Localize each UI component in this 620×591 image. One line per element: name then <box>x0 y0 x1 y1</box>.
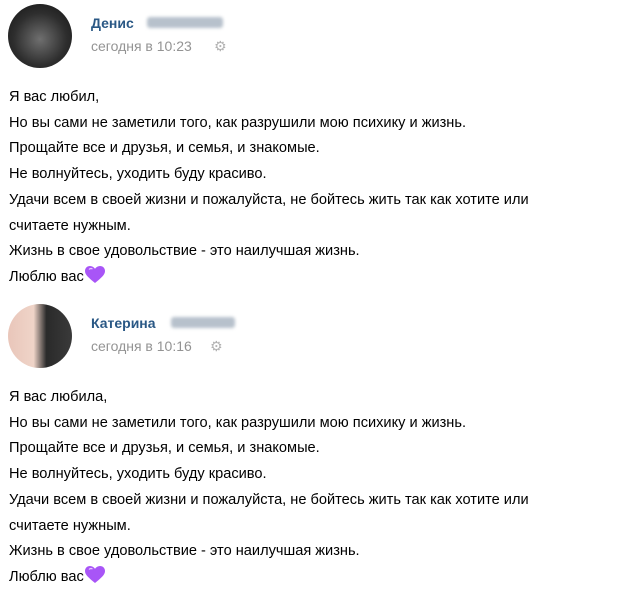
post-text-line: считаете нужным. <box>9 517 131 534</box>
author-name[interactable]: Денис <box>91 15 134 31</box>
post-text-line: Прощайте все и друзья, и семья, и знаком… <box>9 140 320 157</box>
post-text-line: Удачи всем в своей жизни и пожалуйста, н… <box>9 491 529 508</box>
post-time[interactable]: сегодня в 10:16 <box>91 338 192 354</box>
post-text: Я вас любила, Но вы сами не заметили тог… <box>9 385 617 591</box>
post-text-line-last: Люблю вас <box>9 265 617 291</box>
post-text-line: считаете нужным. <box>9 217 131 234</box>
post-text-line: Я вас любил, <box>9 89 100 105</box>
post-text-line: Люблю вас <box>9 268 84 285</box>
post-text-line: Жизнь в свое удовольствие - это наилучша… <box>9 543 360 560</box>
post-text-line: Прощайте все и друзья, и семья, и знаком… <box>9 440 320 457</box>
blurred-surname <box>171 317 235 328</box>
post-text-line: Удачи всем в своей жизни и пожалуйста, н… <box>9 191 529 208</box>
blurred-surname <box>147 17 223 28</box>
post-text-line: Но вы сами не заметили того, как разруши… <box>9 114 467 131</box>
post-text-line: Я вас любила, <box>9 389 108 405</box>
post-text-line: Жизнь в свое удовольствие - это наилучша… <box>9 243 360 260</box>
post-text-line: Не волнуйтесь, уходить буду красиво. <box>9 466 267 483</box>
post-text: Я вас любил, Но вы сами не заметили того… <box>9 85 617 291</box>
post-text-line: Но вы сами не заметили того, как разруши… <box>9 414 467 431</box>
post-time[interactable]: сегодня в 10:23 <box>91 38 192 54</box>
gear-icon[interactable]: ⚙ <box>210 339 224 353</box>
post-text-line: Люблю вас <box>9 568 84 585</box>
gear-icon[interactable]: ⚙ <box>214 39 228 53</box>
avatar[interactable] <box>8 304 72 368</box>
author-name[interactable]: Катерина <box>91 315 156 331</box>
avatar[interactable] <box>8 4 72 68</box>
post-text-line-last: Люблю вас <box>9 565 617 591</box>
post-text-line: Не волнуйтесь, уходить буду красиво. <box>9 166 267 183</box>
purple-heart-icon <box>84 265 105 283</box>
purple-heart-icon <box>84 565 105 583</box>
